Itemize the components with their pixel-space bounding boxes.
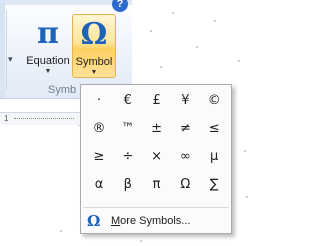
symbol-cell[interactable]: ≤	[200, 117, 228, 140]
symbol-cell[interactable]: ÷	[114, 145, 142, 168]
transparency-speck	[160, 66, 162, 68]
symbol-cell[interactable]: ≥	[85, 145, 113, 168]
symbol-cell[interactable]: ®	[85, 117, 113, 140]
document-area[interactable]	[0, 125, 78, 246]
group-label-symbols: Symb	[48, 84, 77, 96]
help-icon[interactable]: ?	[112, 0, 128, 12]
menu-separator	[83, 207, 229, 208]
symbol-label: Symbol	[75, 56, 113, 68]
transparency-speck	[196, 46, 198, 48]
ribbon-left-edge	[0, 0, 5, 98]
more-symbols-menu-item[interactable]: Ω More Symbols...	[81, 209, 231, 233]
symbol-cell[interactable]: Ω	[171, 173, 199, 196]
symbol-cell[interactable]: ¥	[171, 89, 199, 112]
transparency-speck	[140, 240, 142, 242]
symbol-cell[interactable]: ±	[143, 117, 171, 140]
symbol-grid: · € £ ¥ © ® ™ ± ≠ ≤ ≥ ÷ × ∞ µ α β π Ω ∑	[85, 89, 229, 204]
omega-icon: Ω	[80, 17, 108, 52]
symbol-cell[interactable]: ™	[114, 117, 142, 140]
chevron-down-icon: ▼	[90, 69, 98, 76]
omega-icon: Ω	[87, 212, 101, 230]
symbol-cell[interactable]: ≠	[171, 117, 199, 140]
group-separator	[6, 10, 7, 90]
chevron-down-icon: ▼	[44, 68, 52, 75]
transparency-speck	[246, 196, 248, 198]
transparency-speck	[214, 20, 216, 22]
symbol-cell[interactable]: ×	[143, 145, 171, 168]
more-symbols-text: ore Symbols...	[120, 215, 191, 227]
ruler-ticks	[14, 118, 74, 120]
equation-label: Equation	[26, 55, 70, 67]
symbol-cell[interactable]: €	[114, 89, 142, 112]
symbol-cell[interactable]: α	[85, 173, 113, 196]
symbol-button[interactable]: Ω Symbol ▼	[72, 14, 116, 78]
more-symbols-accelerator: M	[111, 215, 121, 227]
symbol-cell[interactable]: β	[114, 173, 142, 196]
symbol-cell[interactable]: £	[143, 89, 171, 112]
pi-icon: π	[37, 16, 59, 51]
ruler-number: 1	[4, 114, 9, 123]
word-window-crop: ▾ ? π Equation ▼ Ω Symbol ▼ Symb 1 · € £ ¥ ©…	[0, 0, 255, 246]
equation-button[interactable]: π Equation ▼	[22, 14, 74, 78]
transparency-speck	[172, 12, 174, 14]
symbol-cell[interactable]: ©	[200, 89, 228, 112]
transparency-speck	[244, 150, 246, 152]
transparency-speck	[150, 30, 152, 32]
dropdown-arrow-icon[interactable]: ▾	[8, 55, 13, 64]
transparency-speck	[60, 230, 62, 232]
more-symbols-label: More Symbols...	[111, 213, 190, 229]
transparency-speck	[238, 60, 240, 62]
symbol-cell[interactable]: π	[143, 173, 171, 196]
symbol-dropdown-menu: · € £ ¥ © ® ™ ± ≠ ≤ ≥ ÷ × ∞ µ α β π Ω ∑ Ω More Symbols...	[80, 84, 232, 234]
symbol-cell[interactable]: ∑	[200, 173, 228, 196]
symbol-cell[interactable]: ·	[85, 89, 113, 112]
horizontal-ruler[interactable]: 1	[0, 112, 80, 126]
symbol-cell[interactable]: µ	[200, 145, 228, 168]
symbol-cell[interactable]: ∞	[171, 145, 199, 168]
